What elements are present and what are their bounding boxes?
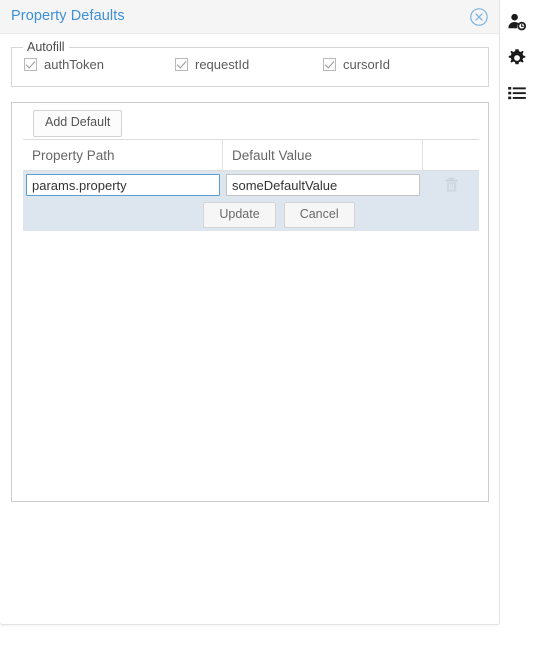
right-rail — [500, 0, 534, 646]
checkbox-authtoken[interactable]: authToken — [24, 57, 104, 72]
checkbox-label: requestId — [195, 57, 250, 72]
autofill-legend: Autofill — [23, 40, 69, 54]
gear-icon[interactable] — [507, 48, 527, 68]
property-defaults-panel: Property Defaults Autofill authToken req… — [0, 0, 500, 625]
checkbox-box-icon[interactable] — [175, 58, 188, 71]
checkbox-box-icon[interactable] — [323, 58, 336, 71]
column-header-actions — [423, 140, 479, 170]
page-title: Property Defaults — [11, 8, 125, 24]
trash-icon[interactable] — [444, 177, 459, 193]
cell-default-value — [223, 171, 423, 199]
table-row[interactable] — [23, 171, 479, 199]
update-button[interactable]: Update — [203, 201, 276, 229]
close-icon[interactable] — [469, 7, 489, 27]
column-header-default-value: Default Value — [223, 140, 423, 170]
cell-actions — [423, 171, 479, 199]
grid-header-row: Property Path Default Value — [23, 139, 479, 171]
default-value-input[interactable] — [226, 174, 420, 196]
defaults-grid: Property Path Default Value params.prope… — [23, 139, 479, 231]
checkbox-cursorid[interactable]: cursorId — [323, 57, 390, 72]
property-path-input[interactable] — [26, 174, 220, 196]
list-icon[interactable] — [507, 83, 527, 103]
checkbox-label: authToken — [44, 57, 104, 72]
autofill-fieldset: Autofill authToken requestId cursorId — [11, 40, 489, 87]
cancel-button[interactable]: Cancel — [283, 201, 355, 229]
checkbox-box-icon[interactable] — [24, 58, 37, 71]
user-clock-icon[interactable] — [507, 12, 527, 32]
cell-property-path — [23, 171, 223, 199]
checkbox-requestid[interactable]: requestId — [175, 57, 249, 72]
autofill-checkbox-row: authToken requestId cursorId — [12, 57, 488, 77]
panel-titlebar: Property Defaults — [0, 0, 499, 34]
checkbox-label: cursorId — [343, 57, 390, 72]
add-default-button[interactable]: Add Default — [33, 110, 123, 137]
defaults-table-container: Add Default Property Path Default Value — [11, 102, 489, 502]
column-header-property-path: Property Path — [23, 140, 223, 170]
row-action-bar: Update Cancel — [23, 199, 479, 231]
